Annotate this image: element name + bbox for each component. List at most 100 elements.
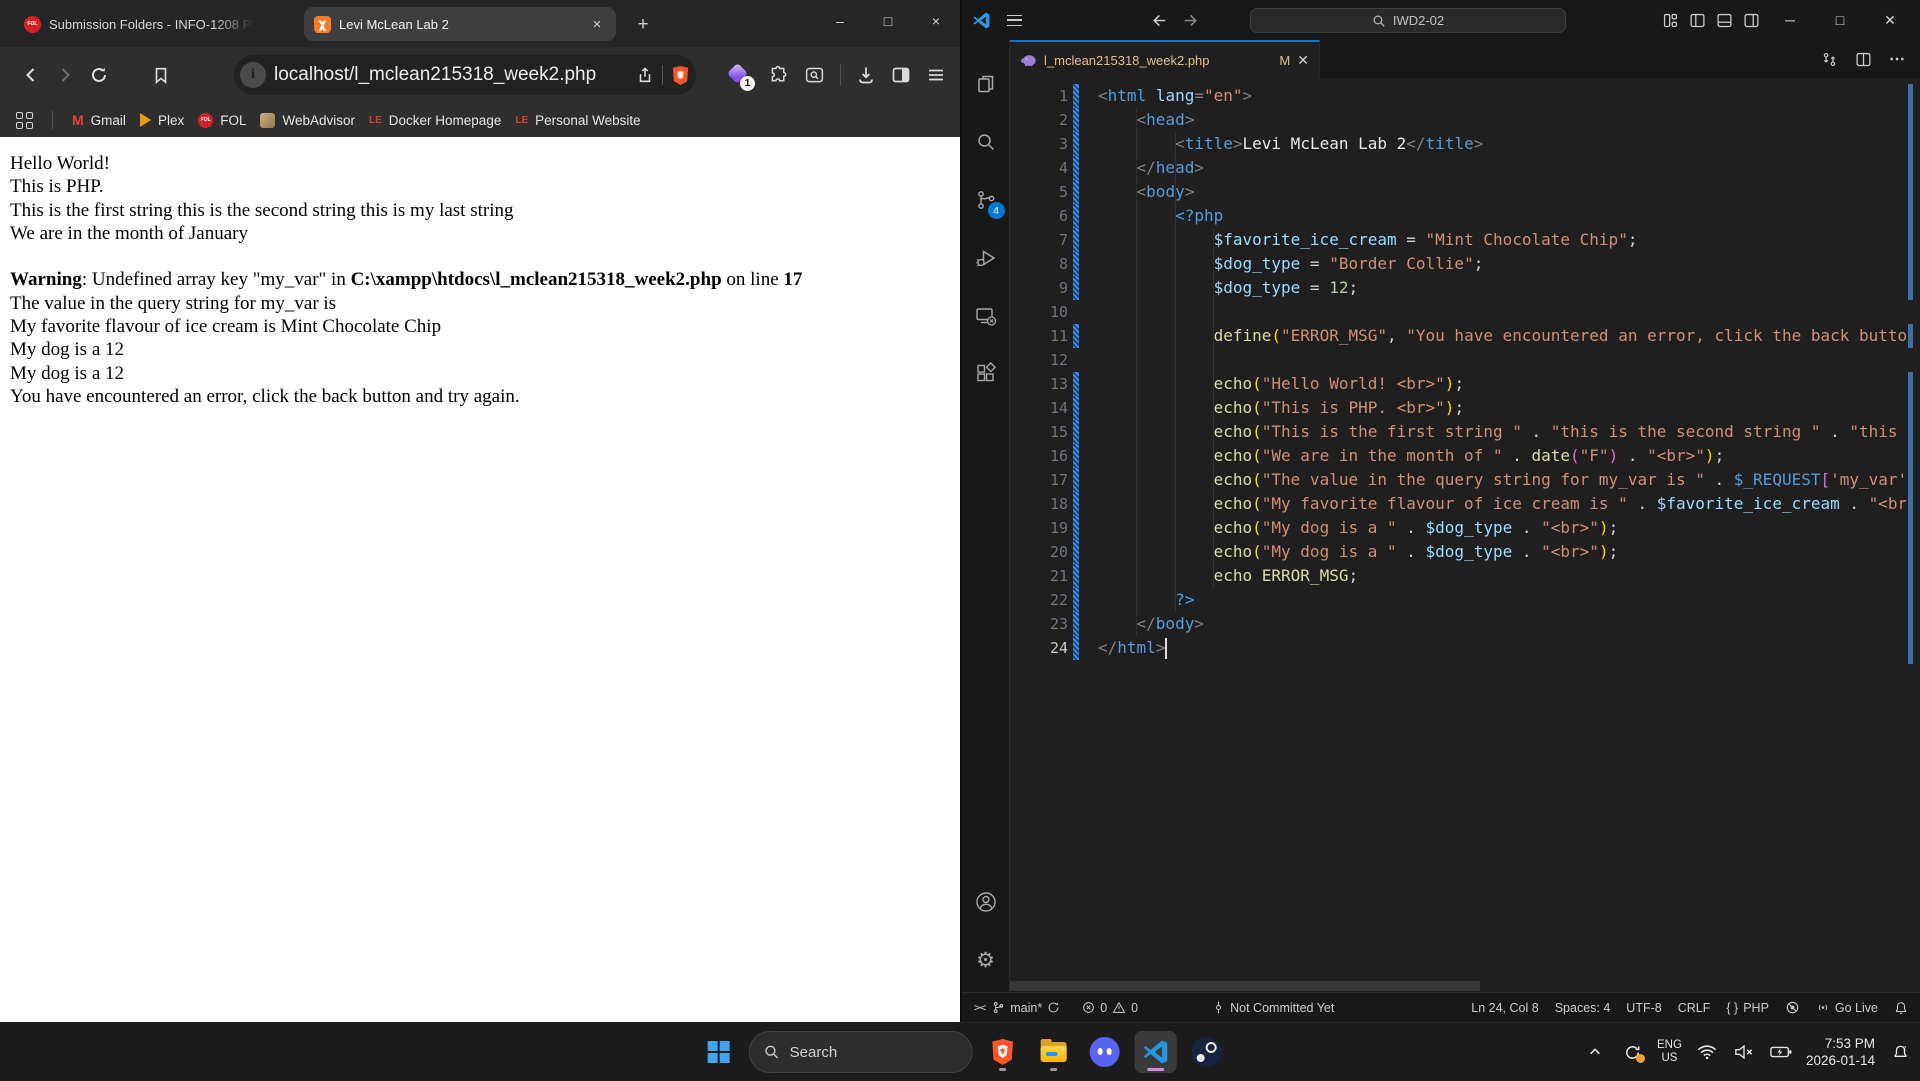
code-editor[interactable]: 1<html lang="en">2 <head>3 <title>Levi M… [1010, 78, 1920, 992]
close-button[interactable]: × [912, 0, 960, 42]
go-live-item[interactable]: Go Live [1816, 1001, 1878, 1015]
code-line-24[interactable]: 24</html> [1010, 636, 1920, 660]
code-line-2[interactable]: 2 <head> [1010, 108, 1920, 132]
vscode-close-button[interactable]: ✕ [1870, 0, 1910, 40]
settings-gear-icon[interactable]: ⚙ [976, 948, 995, 972]
clock[interactable]: 7:53 PM 2026-01-14 [1806, 1035, 1875, 1069]
commit-status-item[interactable]: Not Committed Yet [1212, 1001, 1334, 1015]
code-line-14[interactable]: 14 echo("This is PHP. <br>"); [1010, 396, 1920, 420]
code-line-15[interactable]: 15 echo("This is the first string " . "t… [1010, 420, 1920, 444]
toggle-secondary-sidebar-icon[interactable] [1743, 12, 1760, 29]
share-icon[interactable] [636, 66, 654, 84]
language-mode-item[interactable]: { } PHP [1726, 1001, 1769, 1015]
accounts-icon[interactable] [974, 890, 998, 914]
vscode-minimize-button[interactable]: ─ [1770, 0, 1810, 40]
taskbar-explorer-icon[interactable] [1033, 1031, 1075, 1073]
site-info-icon[interactable]: i [240, 62, 266, 88]
taskbar-steam-icon[interactable] [1186, 1031, 1228, 1073]
vscode-menu-icon[interactable] [1007, 15, 1022, 26]
browser-menu-icon[interactable] [926, 65, 946, 85]
language-indicator[interactable]: ENGUS [1657, 1039, 1682, 1065]
forward-button[interactable] [48, 58, 82, 92]
code-line-4[interactable]: 4 </head> [1010, 156, 1920, 180]
reload-button[interactable] [82, 58, 116, 92]
start-button[interactable] [698, 1031, 740, 1073]
code-line-10[interactable]: 10 [1010, 300, 1920, 324]
editor-tab-active[interactable]: l_mclean215318_week2.php M ✕ [1010, 40, 1320, 78]
bookmark-webadvisor[interactable]: WebAdvisor [260, 113, 355, 128]
extensions-icon[interactable] [974, 362, 998, 386]
problems-item[interactable]: 0 0 [1082, 1001, 1138, 1015]
run-debug-icon[interactable] [974, 246, 998, 270]
tab-close-icon[interactable]: ✕ [1297, 52, 1309, 69]
code-line-5[interactable]: 5 <body> [1010, 180, 1920, 204]
code-line-17[interactable]: 17 echo("The value in the query string f… [1010, 468, 1920, 492]
browser-tab-active[interactable]: χ Levi McLean Lab 2 × [304, 7, 616, 41]
extensions-puzzle-icon[interactable] [768, 65, 789, 86]
code-line-1[interactable]: 1<html lang="en"> [1010, 84, 1920, 108]
downloads-icon[interactable] [856, 65, 876, 85]
code-line-6[interactable]: 6 <?php [1010, 204, 1920, 228]
remote-explorer-icon[interactable] [974, 304, 998, 328]
code-line-13[interactable]: 13 echo("Hello World! <br>"); [1010, 372, 1920, 396]
remote-indicator-icon[interactable]: >< [974, 1001, 985, 1014]
code-line-7[interactable]: 7 $favorite_ice_cream = "Mint Chocolate … [1010, 228, 1920, 252]
back-button[interactable] [14, 58, 48, 92]
toggle-panel-icon[interactable] [1716, 12, 1733, 29]
bookmark-gmail[interactable]: MGmail [72, 112, 126, 128]
encoding-item[interactable]: UTF-8 [1626, 1001, 1661, 1015]
code-line-12[interactable]: 12 [1010, 348, 1920, 372]
git-branch-item[interactable]: main* [992, 1001, 1060, 1015]
code-line-20[interactable]: 20 echo("My dog is a " . $dog_type . "<b… [1010, 540, 1920, 564]
url-text[interactable]: localhost/l_mclean215318_week2.php [274, 64, 628, 86]
extension-status-icon[interactable] [1785, 1000, 1800, 1015]
go-back-icon[interactable] [1150, 12, 1167, 29]
sidebar-toggle-icon[interactable] [891, 65, 911, 85]
split-editor-icon[interactable] [1855, 51, 1872, 68]
taskbar-search[interactable]: Search [749, 1031, 973, 1073]
customize-layout-icon[interactable] [1662, 12, 1679, 29]
more-actions-icon[interactable]: ⋯ [1889, 49, 1906, 69]
toggle-sidebar-icon[interactable] [1689, 12, 1706, 29]
bookmark-plex[interactable]: Plex [140, 113, 184, 128]
brave-shields-icon[interactable] [671, 65, 690, 86]
bookmark-this-icon[interactable] [144, 58, 178, 92]
window-search-icon[interactable] [804, 65, 825, 86]
indentation-item[interactable]: Spaces: 4 [1555, 1001, 1611, 1015]
volume-muted-icon[interactable] [1732, 1044, 1756, 1060]
taskbar-brave-icon[interactable] [982, 1031, 1024, 1073]
taskbar-discord-icon[interactable] [1084, 1031, 1126, 1073]
command-center-search[interactable]: IWD2-02 [1250, 8, 1566, 33]
horizontal-scrollbar[interactable] [1010, 981, 1906, 991]
line-col-item[interactable]: Ln 24, Col 8 [1471, 1001, 1538, 1015]
notifications-bell-icon[interactable] [1894, 1001, 1908, 1015]
code-line-19[interactable]: 19 echo("My dog is a " . $dog_type . "<b… [1010, 516, 1920, 540]
address-bar[interactable]: i localhost/l_mclean215318_week2.php [234, 55, 696, 95]
code-line-21[interactable]: 21 echo ERROR_MSG; [1010, 564, 1920, 588]
code-line-9[interactable]: 9 $dog_type = 12; [1010, 276, 1920, 300]
bookmark-personal-website[interactable]: LEPersonal Website [515, 113, 640, 128]
code-line-11[interactable]: 11 define("ERROR_MSG", "You have encount… [1010, 324, 1920, 348]
code-line-22[interactable]: 22 ?> [1010, 588, 1920, 612]
tab-close-icon[interactable]: × [588, 15, 606, 33]
editor-scrollbar[interactable] [1906, 78, 1920, 992]
minimize-button[interactable]: – [816, 0, 864, 42]
vscode-maximize-button[interactable]: □ [1820, 0, 1860, 40]
notification-dnd-bell-icon[interactable]: z [1888, 1044, 1912, 1061]
battery-charging-icon[interactable] [1769, 1045, 1793, 1059]
code-line-18[interactable]: 18 echo("My favorite flavour of ice crea… [1010, 492, 1920, 516]
bookmark-docker-homepage[interactable]: LEDocker Homepage [369, 113, 501, 128]
maximize-button[interactable]: □ [864, 0, 912, 42]
wifi-icon[interactable] [1695, 1044, 1719, 1060]
explorer-icon[interactable] [974, 72, 998, 96]
code-line-8[interactable]: 8 $dog_type = "Border Collie"; [1010, 252, 1920, 276]
sync-update-icon[interactable] [1620, 1043, 1644, 1062]
search-sidebar-icon[interactable] [974, 130, 998, 154]
go-forward-icon[interactable] [1183, 12, 1200, 29]
eol-item[interactable]: CRLF [1678, 1001, 1711, 1015]
source-control-icon[interactable]: 4 [974, 188, 998, 212]
browser-tab-submission-folders[interactable]: FOL Submission Folders - INFO-1208 PHP [14, 7, 264, 41]
bookmark-fol[interactable]: FOLFOL [198, 113, 246, 128]
code-line-3[interactable]: 3 <title>Levi McLean Lab 2</title> [1010, 132, 1920, 156]
leo-ai-icon[interactable]: 1 [723, 62, 753, 88]
